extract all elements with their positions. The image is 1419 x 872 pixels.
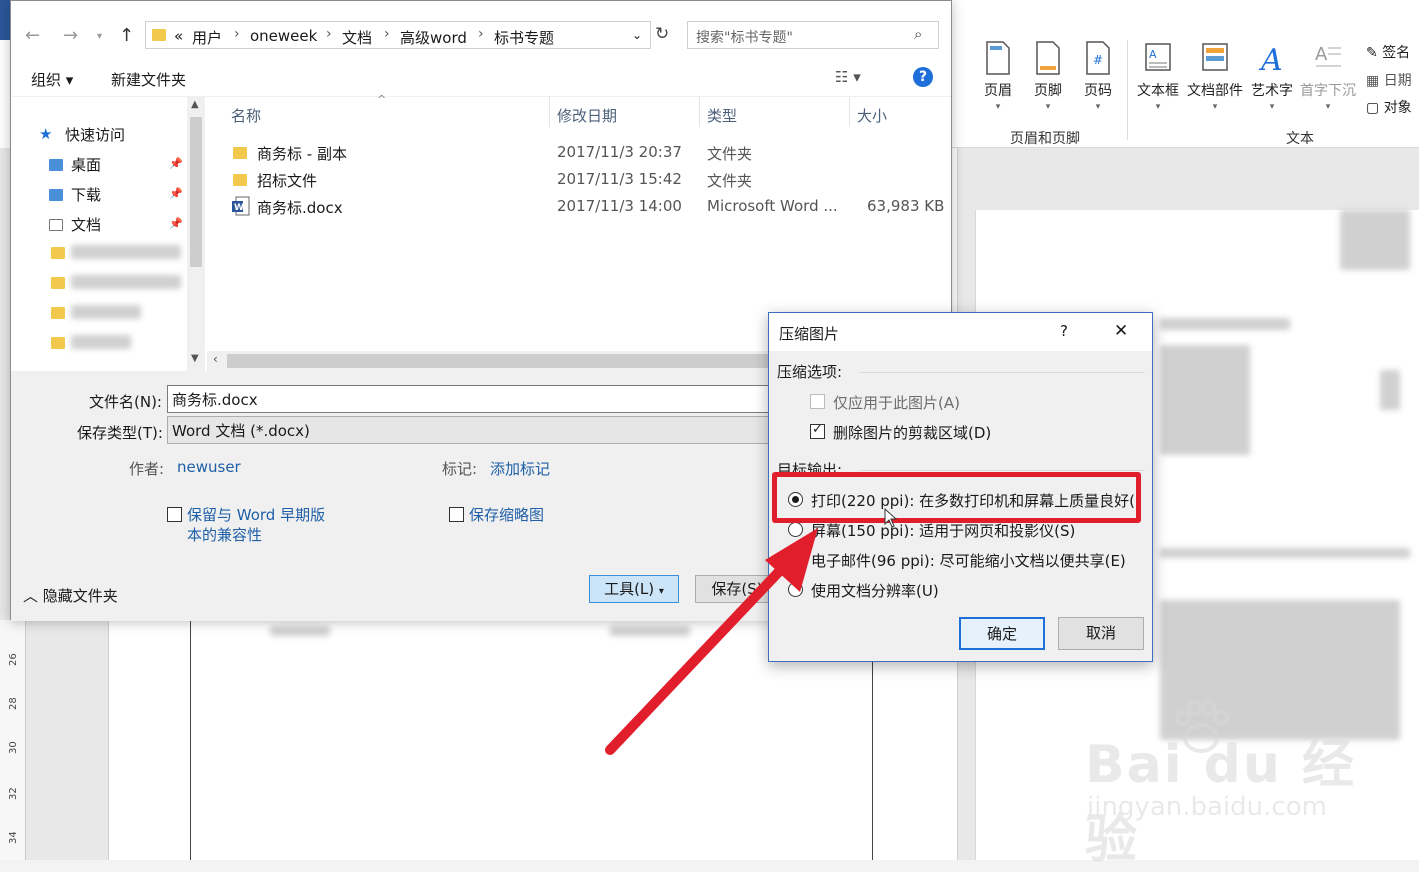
watermark-url: jingyan.baidu.com [1087, 792, 1327, 822]
baidu-jingyan-watermark: Bai du 经验 jingyan.baidu.com [1085, 700, 1405, 870]
mouse-cursor-icon [884, 508, 898, 528]
